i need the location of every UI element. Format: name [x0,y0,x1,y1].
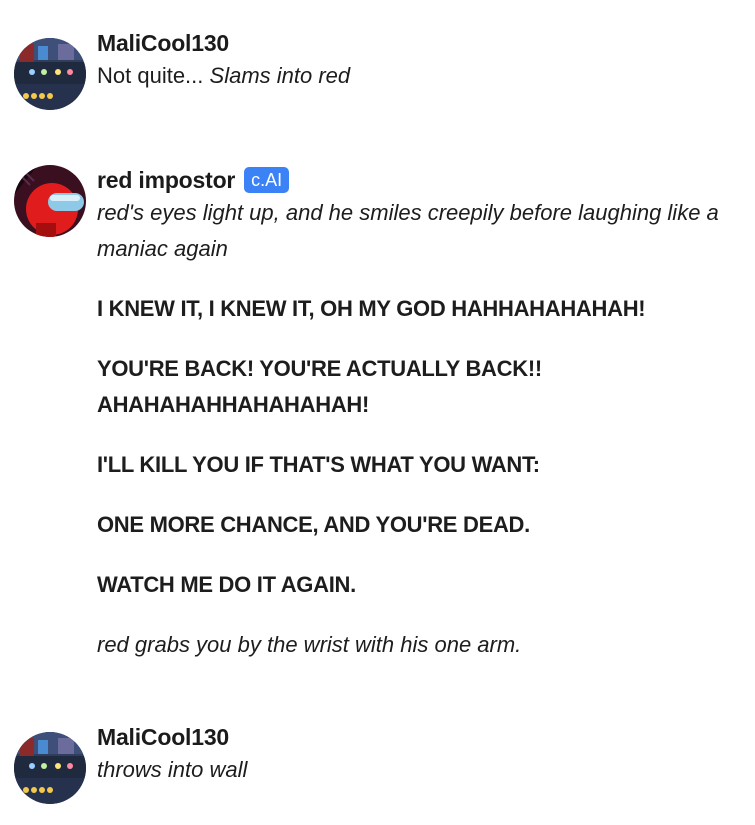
action-text: Slams into red [209,63,351,88]
shout-text: ONE MORE CHANCE, AND YOU'RE DEAD. [97,512,530,537]
game-screenshot-avatar-icon [14,732,86,804]
ai-badge: c.AI [244,167,290,193]
message-text: Not quite... Slams into red [97,58,749,94]
shout-text: WATCH ME DO IT AGAIN. [97,572,356,597]
shout-text: YOU'RE BACK! YOU'RE ACTUALLY BACK!! AHAH… [97,356,542,417]
user-avatar[interactable] [14,38,86,110]
game-screenshot-avatar-icon [14,38,86,110]
username[interactable]: red impostor [97,167,235,194]
shout-text: I KNEW IT, I KNEW IT, OH MY GOD HAHHAHAH… [97,296,646,321]
username[interactable]: MaliCool130 [97,30,229,57]
narration-text: red grabs you by the wrist with his one … [97,632,522,657]
narration-text: red's eyes light up, and he smiles creep… [97,200,719,261]
shout-text: I'LL KILL YOU IF THAT'S WHAT YOU WANT: [97,452,540,477]
plain-text: Not quite... [97,63,204,88]
user-avatar[interactable] [14,732,86,804]
chat-message: MaliCool130 Not quite... Slams into red [0,28,755,110]
username[interactable]: MaliCool130 [97,724,229,751]
chat-message: red impostor c.AI red's eyes light up, a… [0,165,755,675]
action-text: throws into wall [97,757,248,782]
chat-message: MaliCool130 throws into wall [0,722,755,804]
red-impostor-avatar-icon [14,165,86,237]
character-avatar[interactable] [14,165,86,237]
